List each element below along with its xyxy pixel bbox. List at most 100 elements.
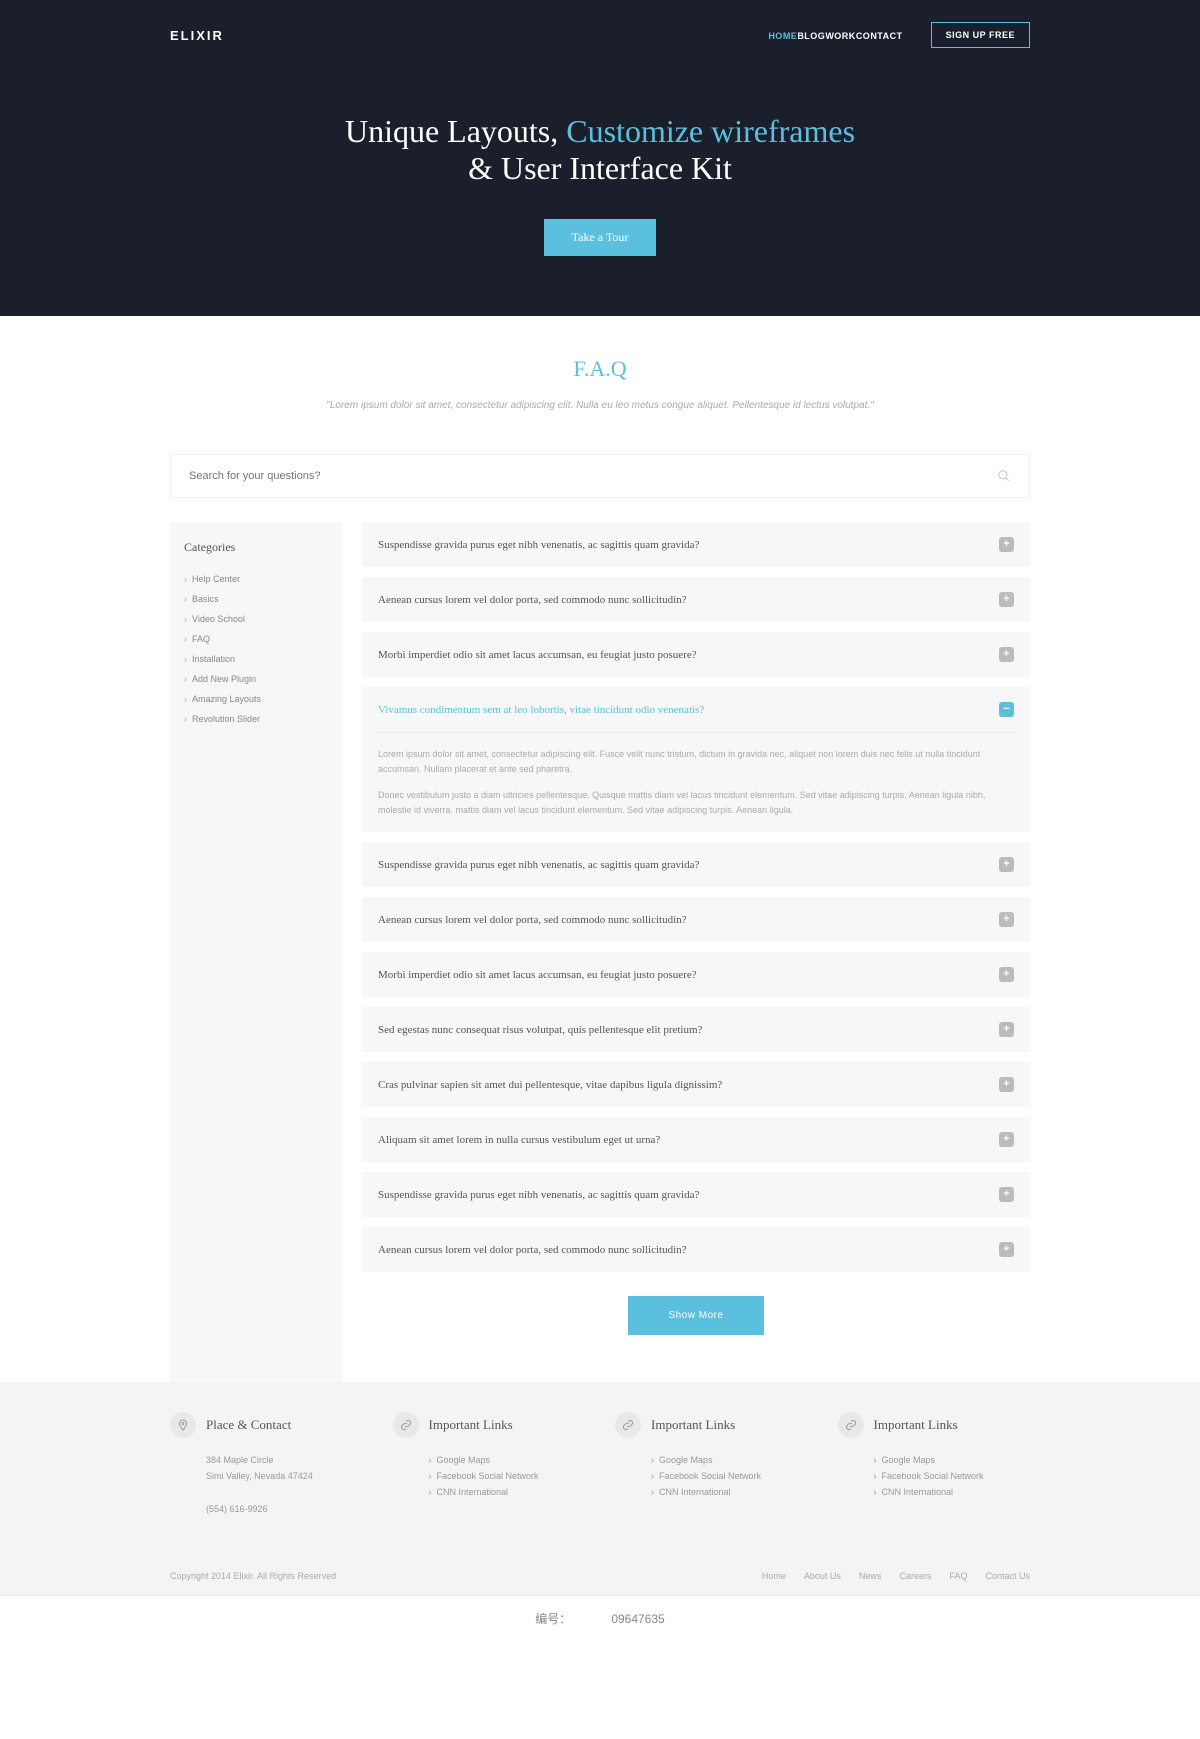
footer-bottom-link[interactable]: Careers — [899, 1571, 931, 1581]
footer-column-title: Important Links — [429, 1417, 513, 1433]
accordion-header[interactable]: Morbi imperdiet odio sit amet lacus accu… — [362, 952, 1030, 997]
footer-link[interactable]: Google Maps — [874, 1452, 1031, 1468]
accordion-item: Aenean cursus lorem vel dolor porta, sed… — [362, 1227, 1030, 1272]
accordion-title: Cras pulvinar sapien sit amet dui pellen… — [378, 1079, 722, 1091]
plus-icon: + — [999, 592, 1014, 607]
nav-links: HOMEBLOGWORKCONTACT SIGN UP FREE — [768, 22, 1030, 48]
accordion-title: Morbi imperdiet odio sit amet lacus accu… — [378, 649, 697, 661]
hero-title-highlight: Customize wireframes — [566, 113, 855, 149]
nav-link-blog[interactable]: BLOG — [797, 31, 825, 41]
accordion-item: Aenean cursus lorem vel dolor porta, sed… — [362, 577, 1030, 622]
faq-section: F.A.Q "Lorem ipsum dolor sit amet, conse… — [150, 316, 1050, 1382]
footer-link[interactable]: Google Maps — [651, 1452, 808, 1468]
link-icon — [838, 1412, 864, 1438]
footer-bottom-link[interactable]: Contact Us — [985, 1571, 1030, 1581]
footer-columns: Place & Contact 384 Maple CircleSimi Vall… — [150, 1412, 1050, 1517]
link-icon — [393, 1412, 419, 1438]
plus-icon: + — [999, 1132, 1014, 1147]
signup-button[interactable]: SIGN UP FREE — [931, 22, 1030, 48]
search-icon — [997, 469, 1011, 483]
hero-title: Unique Layouts, Customize wireframes & U… — [0, 113, 1200, 187]
faq-body: Categories Help CenterBasicsVideo School… — [170, 522, 1030, 1382]
accordion-title: Aenean cursus lorem vel dolor porta, sed… — [378, 594, 687, 606]
footer-column-body: 384 Maple CircleSimi Valley, Nevada 4742… — [170, 1452, 363, 1517]
accordion-header[interactable]: Aliquam sit amet lorem in nulla cursus v… — [362, 1117, 1030, 1162]
faq-title: F.A.Q — [170, 356, 1030, 382]
footer-bottom-link[interactable]: FAQ — [949, 1571, 967, 1581]
footer: Place & Contact 384 Maple CircleSimi Vall… — [0, 1382, 1200, 1595]
accordion-title: Vivamus condimentum sem at leo lobortis,… — [378, 704, 704, 716]
accordion-item: Cras pulvinar sapien sit amet dui pellen… — [362, 1062, 1030, 1107]
nav-link-contact[interactable]: CONTACT — [856, 31, 903, 41]
sidebar-item[interactable]: Basics — [184, 589, 328, 609]
hero-title-1: Unique Layouts, — [345, 113, 566, 149]
accordion-header[interactable]: Aenean cursus lorem vel dolor porta, sed… — [362, 897, 1030, 942]
accordion-title: Sed egestas nunc consequat risus volutpa… — [378, 1024, 702, 1036]
nav-link-home[interactable]: HOME — [768, 31, 797, 41]
accordion-header[interactable]: Sed egestas nunc consequat risus volutpa… — [362, 1007, 1030, 1052]
meta-id: 编号：09647635 — [515, 1612, 684, 1626]
take-tour-button[interactable]: Take a Tour — [544, 219, 657, 256]
accordion-header[interactable]: Suspendisse gravida purus eget nibh vene… — [362, 522, 1030, 567]
accordion-header[interactable]: Cras pulvinar sapien sit amet dui pellen… — [362, 1062, 1030, 1107]
sidebar-item[interactable]: Installation — [184, 649, 328, 669]
accordion-header[interactable]: Aenean cursus lorem vel dolor porta, sed… — [362, 577, 1030, 622]
sidebar-title: Categories — [184, 540, 328, 555]
sidebar-item[interactable]: FAQ — [184, 629, 328, 649]
footer-bottom-link[interactable]: Home — [762, 1571, 786, 1581]
accordion-header[interactable]: Suspendisse gravida purus eget nibh vene… — [362, 1172, 1030, 1217]
show-more-button[interactable]: Show More — [628, 1296, 763, 1335]
accordion-header[interactable]: Morbi imperdiet odio sit amet lacus accu… — [362, 632, 1030, 677]
plus-icon: + — [999, 857, 1014, 872]
footer-link[interactable]: CNN International — [429, 1484, 586, 1500]
sidebar-item[interactable]: Add New Plugin — [184, 669, 328, 689]
copyright: Copyright 2014 Elixir. All Rights Reserv… — [170, 1571, 336, 1581]
hero-section: ELIXIR HOMEBLOGWORKCONTACT SIGN UP FREE … — [0, 0, 1200, 316]
footer-link[interactable]: Google Maps — [429, 1452, 586, 1468]
footer-column-body: Google MapsFacebook Social NetworkCNN In… — [838, 1452, 1031, 1501]
nav-link-work[interactable]: WORK — [825, 31, 856, 41]
accordion-item: Suspendisse gravida purus eget nibh vene… — [362, 522, 1030, 567]
faq-header: F.A.Q "Lorem ipsum dolor sit amet, conse… — [170, 356, 1030, 414]
logo[interactable]: ELIXIR — [170, 28, 224, 43]
sidebar-item[interactable]: Amazing Layouts — [184, 689, 328, 709]
sidebar-item[interactable]: Revolution Slider — [184, 709, 328, 729]
accordion-title: Suspendisse gravida purus eget nibh vene… — [378, 1189, 699, 1201]
footer-column-body: Google MapsFacebook Social NetworkCNN In… — [615, 1452, 808, 1501]
hero-content: Unique Layouts, Customize wireframes & U… — [0, 113, 1200, 256]
accordion-item: Vivamus condimentum sem at leo lobortis,… — [362, 687, 1030, 832]
plus-icon: + — [999, 647, 1014, 662]
footer-column-body: Google MapsFacebook Social NetworkCNN In… — [393, 1452, 586, 1501]
footer-column: Important Links Google MapsFacebook Socia… — [393, 1412, 586, 1517]
search-input[interactable] — [189, 470, 997, 482]
footer-bottom-link[interactable]: About Us — [804, 1571, 841, 1581]
footer-column-title: Place & Contact — [206, 1417, 291, 1433]
search-box[interactable] — [170, 454, 1030, 498]
accordion-title: Suspendisse gravida purus eget nibh vene… — [378, 539, 699, 551]
plus-icon: + — [999, 1242, 1014, 1257]
accordion-item: Sed egestas nunc consequat risus volutpa… — [362, 1007, 1030, 1052]
plus-icon: + — [999, 912, 1014, 927]
footer-link[interactable]: Facebook Social Network — [429, 1468, 586, 1484]
accordion-item: Aliquam sit amet lorem in nulla cursus v… — [362, 1117, 1030, 1162]
footer-column: Important LinksGoogle MapsFacebook Socia… — [838, 1412, 1031, 1517]
footer-bottom-link[interactable]: News — [859, 1571, 882, 1581]
accordion-header[interactable]: Vivamus condimentum sem at leo lobortis,… — [362, 687, 1030, 732]
link-icon — [615, 1412, 641, 1438]
sidebar-item[interactable]: Video School — [184, 609, 328, 629]
accordion-header[interactable]: Suspendisse gravida purus eget nibh vene… — [362, 842, 1030, 887]
accordion-item: Morbi imperdiet odio sit amet lacus accu… — [362, 952, 1030, 997]
plus-icon: + — [999, 1187, 1014, 1202]
accordion-header[interactable]: Aenean cursus lorem vel dolor porta, sed… — [362, 1227, 1030, 1272]
footer-link[interactable]: CNN International — [651, 1484, 808, 1500]
footer-link[interactable]: Facebook Social Network — [651, 1468, 808, 1484]
plus-icon: + — [999, 1077, 1014, 1092]
footer-link[interactable]: CNN International — [874, 1484, 1031, 1500]
plus-icon: + — [999, 537, 1014, 552]
accordion-item: Suspendisse gravida purus eget nibh vene… — [362, 1172, 1030, 1217]
footer-link[interactable]: Facebook Social Network — [874, 1468, 1031, 1484]
footer-column: Important LinksGoogle MapsFacebook Socia… — [615, 1412, 808, 1517]
sidebar-item[interactable]: Help Center — [184, 569, 328, 589]
accordion-item: Aenean cursus lorem vel dolor porta, sed… — [362, 897, 1030, 942]
top-nav: ELIXIR HOMEBLOGWORKCONTACT SIGN UP FREE — [150, 22, 1050, 48]
